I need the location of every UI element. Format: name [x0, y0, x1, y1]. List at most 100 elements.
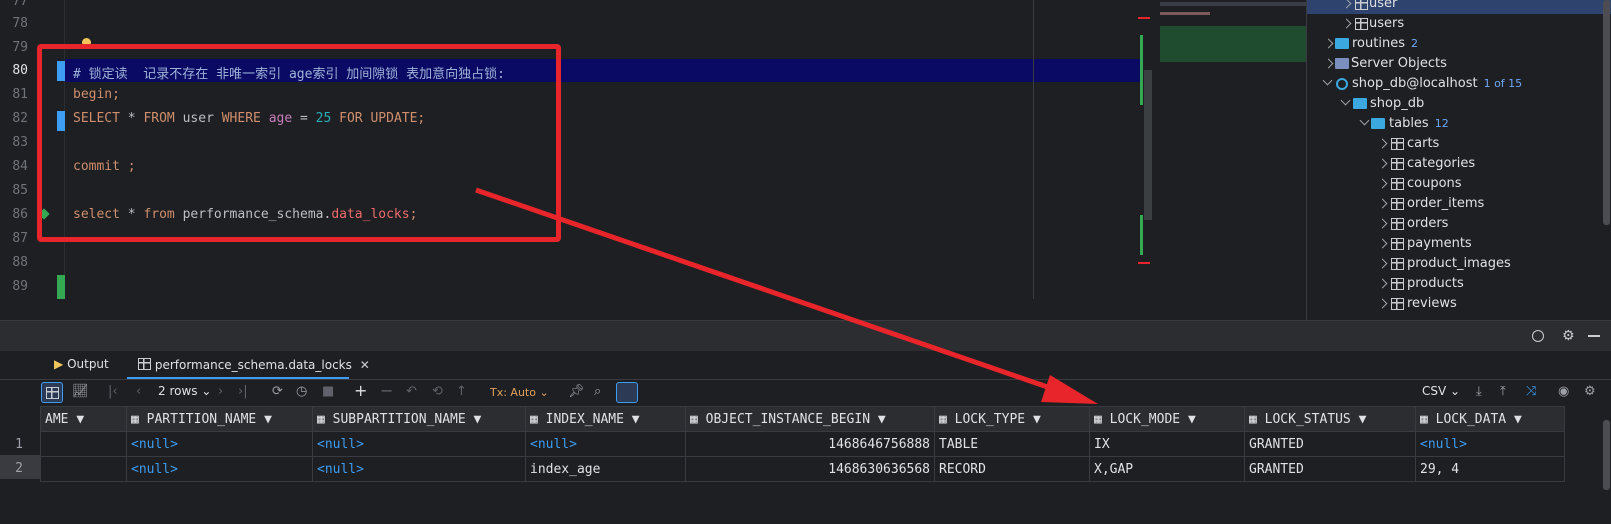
column-header[interactable]: ▦ OBJECT_INSTANCE_BEGIN ▼: [685, 406, 935, 432]
first-page-icon[interactable]: |‹: [108, 384, 118, 399]
table-cell[interactable]: [40, 431, 127, 457]
row-number[interactable]: 2: [0, 461, 38, 476]
filter-icon[interactable]: ▼: [632, 412, 640, 427]
tree-item-product-images[interactable]: product_images: [1377, 254, 1511, 274]
table-cell[interactable]: <null>: [1415, 431, 1565, 457]
line-number: 84: [12, 159, 28, 174]
tree-scrollbar[interactable]: [1603, 0, 1610, 225]
filter-icon[interactable]: ▼: [1188, 412, 1196, 427]
table-cell[interactable]: TABLE: [934, 431, 1090, 457]
last-page-icon[interactable]: ›|: [238, 384, 248, 399]
compare-icon[interactable]: ⟲: [432, 384, 443, 399]
filter-icon[interactable]: ▼: [1514, 412, 1522, 427]
column-header[interactable]: ▦ LOCK_MODE ▼: [1089, 406, 1245, 432]
prev-page-icon[interactable]: ‹: [136, 384, 141, 399]
tx-mode-selector[interactable]: Tx: Auto ⌄: [490, 386, 549, 399]
column-header[interactable]: AME ▼: [40, 406, 127, 432]
download-icon[interactable]: ⤓: [1476, 384, 1482, 399]
minimap[interactable]: [1138, 0, 1306, 299]
target-icon[interactable]: [1532, 330, 1544, 342]
table-cell[interactable]: <null>: [126, 431, 313, 457]
tab-output[interactable]: ▶ Output: [54, 357, 109, 371]
delete-row-icon[interactable]: −: [380, 381, 393, 400]
pin-icon[interactable]: 📌︎: [568, 384, 585, 399]
add-row-icon[interactable]: +: [354, 381, 367, 400]
tab-result[interactable]: performance_schema.data_locks ✕: [138, 357, 370, 372]
results-grid[interactable]: AME ▼ ▦ PARTITION_NAME ▼ ▦ SUBPARTITION_…: [40, 406, 1611, 524]
schema-icon: [1353, 98, 1367, 109]
table-cell[interactable]: index_age: [525, 456, 686, 482]
filter-icon[interactable]: ▼: [264, 412, 272, 427]
tree-item-order-items[interactable]: order_items: [1377, 194, 1484, 214]
gear-icon[interactable]: ⚙: [1562, 328, 1575, 344]
rows-selector[interactable]: 2 rows ⌄: [158, 384, 211, 398]
tree-item-products[interactable]: products: [1377, 274, 1464, 294]
filter-icon[interactable]: ▼: [76, 412, 84, 427]
tree-item-routines[interactable]: routines 2: [1323, 34, 1418, 54]
minimize-icon[interactable]: [1588, 335, 1600, 337]
database-explorer[interactable]: user users routines 2 Server Objects shop…: [1306, 0, 1611, 320]
table-cell[interactable]: <null>: [312, 431, 526, 457]
grid-view-button[interactable]: [41, 382, 63, 403]
result-tabs: ▶ Output performance_schema.data_locks ✕: [0, 351, 1611, 380]
column-header[interactable]: ▦ LOCK_STATUS ▼: [1244, 406, 1416, 432]
tree-item-datasource[interactable]: shop_db@localhost 1 of 15: [1322, 74, 1522, 94]
transpose-icon[interactable]: ⤨: [1526, 384, 1536, 399]
tree-item-user[interactable]: user: [1341, 0, 1397, 14]
search-icon[interactable]: ⌕: [594, 384, 601, 399]
tree-item-coupons[interactable]: coupons: [1377, 174, 1462, 194]
tree-item-orders[interactable]: orders: [1377, 214, 1448, 234]
tree-item-tables[interactable]: tables 12: [1359, 114, 1449, 134]
table-icon: [1391, 138, 1404, 150]
table-cell[interactable]: GRANTED: [1244, 431, 1416, 457]
table-row[interactable]: <null> <null> index_age 1468630636568 RE…: [40, 456, 1565, 482]
chart-view-icon[interactable]: 📈︎: [72, 384, 89, 399]
close-icon[interactable]: ✕: [360, 358, 370, 372]
next-page-icon[interactable]: ›: [218, 384, 223, 399]
editor-scrollbar[interactable]: [1144, 70, 1152, 220]
filter-icon[interactable]: ▼: [1359, 412, 1367, 427]
table-cell[interactable]: X,GAP: [1089, 456, 1245, 482]
tree-item-payments[interactable]: payments: [1377, 234, 1472, 254]
tree-item-carts[interactable]: carts: [1377, 134, 1439, 154]
history-icon[interactable]: ◷: [296, 384, 307, 399]
column-filter-button[interactable]: [616, 382, 638, 403]
tree-item-categories[interactable]: categories: [1377, 154, 1475, 174]
refresh-icon[interactable]: ⟳: [272, 384, 283, 399]
column-header[interactable]: ▦ LOCK_DATA ▼: [1415, 406, 1565, 432]
table-cell[interactable]: 29, 4: [1415, 456, 1565, 482]
eye-icon[interactable]: ◉: [1558, 384, 1569, 399]
column-header[interactable]: ▦ INDEX_NAME ▼: [525, 406, 686, 432]
filter-icon[interactable]: ▼: [1033, 412, 1041, 427]
table-cell[interactable]: 1468630636568: [685, 456, 935, 482]
filter-icon[interactable]: ▼: [474, 412, 482, 427]
tree-item-users[interactable]: users: [1341, 14, 1404, 34]
submit-icon[interactable]: ↑: [456, 384, 467, 399]
column-header-label: LOCK_DATA: [1435, 411, 1507, 427]
table-cell[interactable]: IX: [1089, 431, 1245, 457]
stop-icon[interactable]: ■: [322, 384, 334, 399]
table-cell[interactable]: <null>: [126, 456, 313, 482]
results-table: AME ▼ ▦ PARTITION_NAME ▼ ▦ SUBPARTITION_…: [40, 406, 1565, 482]
table-cell[interactable]: 1468646756888: [685, 431, 935, 457]
upload-icon[interactable]: ⤒: [1500, 384, 1506, 399]
revert-icon[interactable]: ↶: [406, 384, 417, 399]
table-cell[interactable]: GRANTED: [1244, 456, 1416, 482]
table-row[interactable]: <null> <null> <null> 1468646756888 TABLE…: [40, 431, 1565, 457]
tree-item-label: shop_db: [1370, 96, 1425, 111]
row-number[interactable]: 1: [0, 437, 38, 452]
filter-icon[interactable]: ▼: [878, 412, 886, 427]
table-cell[interactable]: RECORD: [934, 456, 1090, 482]
tree-item-shop-db[interactable]: shop_db: [1340, 94, 1425, 114]
gear-icon[interactable]: ⚙: [1584, 384, 1596, 399]
tree-item-reviews[interactable]: reviews: [1377, 294, 1457, 314]
grid-scrollbar[interactable]: [1603, 420, 1610, 490]
tree-item-server-objects[interactable]: Server Objects: [1323, 54, 1447, 74]
column-header[interactable]: ▦ SUBPARTITION_NAME ▼: [312, 406, 526, 432]
column-header[interactable]: ▦ LOCK_TYPE ▼: [934, 406, 1090, 432]
table-cell[interactable]: <null>: [525, 431, 686, 457]
export-format-selector[interactable]: CSV ⌄: [1422, 384, 1460, 398]
table-cell[interactable]: <null>: [312, 456, 526, 482]
table-cell[interactable]: [40, 456, 127, 482]
column-header[interactable]: ▦ PARTITION_NAME ▼: [126, 406, 313, 432]
